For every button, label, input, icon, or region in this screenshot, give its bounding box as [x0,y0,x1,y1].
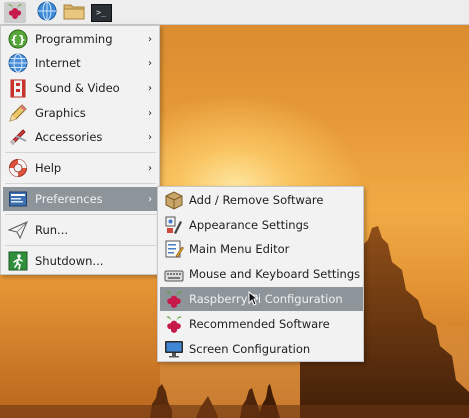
raspberry-menu-icon [7,3,23,23]
menu-item-programming[interactable]: {} Programming › [3,27,158,51]
terminal-button[interactable]: >_ [89,2,113,23]
menu-item-accessories[interactable]: Accessories › [3,125,158,149]
keyboard-mouse-icon [163,263,185,285]
main-menu: {} Programming › Internet › Sound & Vide… [0,25,160,275]
file-manager-icon [63,2,85,23]
taskbar: >_ [0,0,469,25]
submenu-item-mouse-keyboard-settings[interactable]: Mouse and Keyboard Settings [160,262,363,286]
submenu-item-recommended-software[interactable]: Recommended Software [160,312,363,336]
sound-video-icon [7,77,29,99]
menu-item-internet[interactable]: Internet › [3,51,158,75]
menu-separator [5,183,156,184]
menu-item-shutdown[interactable]: Shutdown... [3,249,158,273]
internet-globe-icon [7,52,29,74]
help-lifebuoy-icon [7,157,29,179]
menu-item-preferences[interactable]: Preferences › [3,187,158,211]
menu-editor-icon [163,238,185,260]
raspberry-icon [163,313,185,335]
preferences-submenu: Add / Remove Software Appearance Setting… [157,186,364,362]
appearance-icon [163,214,185,236]
chevron-right-icon: › [148,33,152,45]
web-browser-button[interactable] [36,1,58,24]
programming-icon: {} [7,28,29,50]
menu-item-help[interactable]: Help › [3,156,158,180]
raspberry-menu-button[interactable] [4,2,26,23]
menu-separator [5,214,156,215]
menu-separator [5,245,156,246]
menu-separator [5,152,156,153]
menu-item-run[interactable]: Run... [3,218,158,242]
mouse-cursor-icon [248,290,259,309]
shutdown-exit-icon [7,250,29,272]
submenu-item-add-remove-software[interactable]: Add / Remove Software [160,188,363,212]
submenu-item-appearance-settings[interactable]: Appearance Settings [160,213,363,237]
accessories-icon [7,126,29,148]
graphics-icon [7,102,29,124]
chevron-right-icon: › [148,131,152,143]
terminal-icon: >_ [90,3,112,22]
submenu-item-main-menu-editor[interactable]: Main Menu Editor [160,237,363,261]
chevron-right-icon: › [148,162,152,174]
package-icon [163,189,185,211]
submenu-item-raspberry-pi-configuration[interactable]: Raspberry Pi Configuration [160,287,363,311]
monitor-icon [163,338,185,360]
chevron-right-icon: › [148,107,152,119]
raspberry-icon [163,288,185,310]
menu-item-sound-video[interactable]: Sound & Video › [3,76,158,100]
run-paper-plane-icon [7,219,29,241]
file-manager-button[interactable] [63,2,85,23]
chevron-right-icon: › [148,82,152,94]
submenu-item-screen-configuration[interactable]: Screen Configuration [160,337,363,361]
chevron-right-icon: › [148,57,152,69]
preferences-icon [7,188,29,210]
menu-item-graphics[interactable]: Graphics › [3,101,158,125]
svg-text:{}: {} [10,33,26,46]
web-browser-icon [37,1,57,24]
